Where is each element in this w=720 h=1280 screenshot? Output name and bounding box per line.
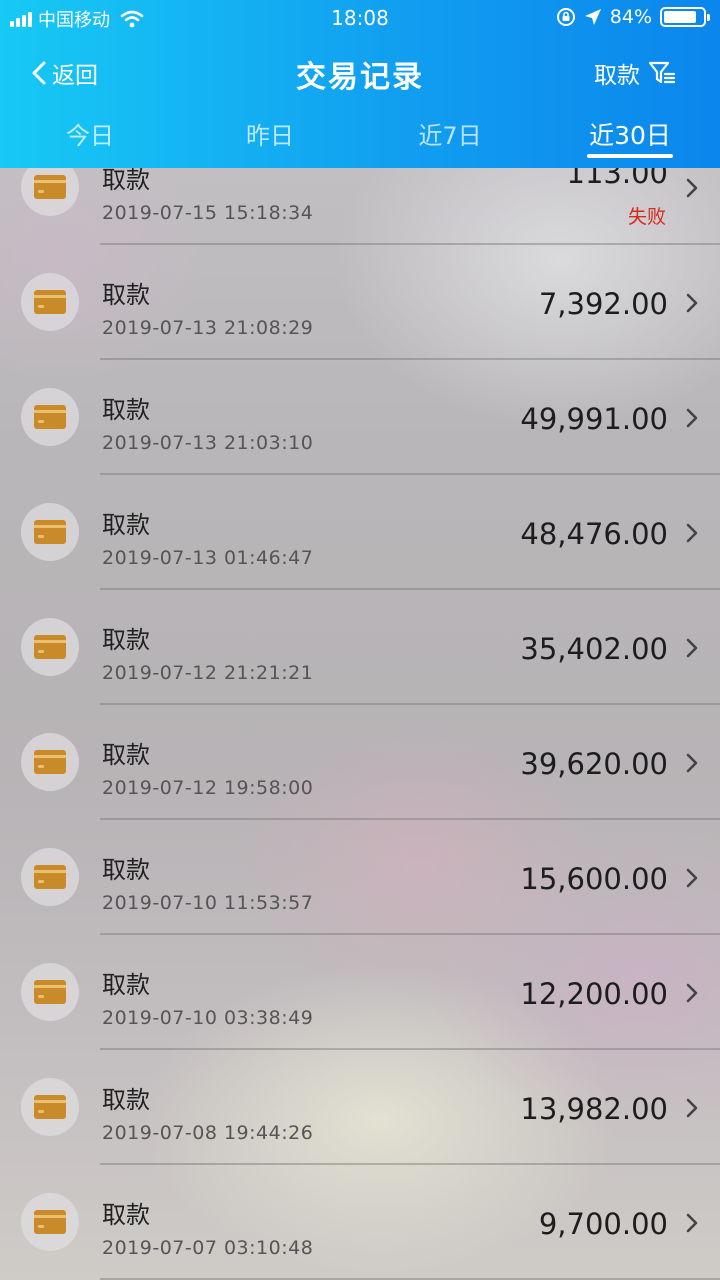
transaction-amount: 13,982.00: [520, 1092, 668, 1126]
transaction-time: 2019-07-10 11:53:57: [102, 892, 314, 914]
card-icon: [34, 635, 66, 659]
transaction-time: 2019-07-08 19:44:26: [102, 1122, 314, 1144]
card-icon: [34, 290, 66, 314]
transaction-row[interactable]: 取款 2019-07-08 19:44:26 13,982.00: [0, 1050, 720, 1165]
card-icon-badge: [21, 1193, 79, 1251]
chevron-right-icon: [686, 293, 698, 313]
transaction-type: 取款: [102, 396, 150, 424]
transaction-row[interactable]: 取款 2019-07-13 21:03:10 49,991.00: [0, 360, 720, 475]
transaction-amount: 12,200.00: [520, 977, 668, 1011]
transaction-type: 取款: [102, 741, 150, 769]
battery-fill: [664, 11, 696, 23]
header: 中国移动 18:08 84% 返回 交易记录 取款 今日 昨日 近7日 近30日: [0, 0, 720, 168]
transaction-type: 取款: [102, 511, 150, 539]
filter-label: 取款: [594, 63, 640, 89]
tab-today[interactable]: 今日: [0, 104, 180, 168]
chevron-right-icon: [686, 983, 698, 1003]
transaction-type: 取款: [102, 1201, 150, 1229]
card-icon: [34, 175, 66, 199]
transaction-amount: 39,620.00: [520, 747, 668, 781]
chevron-right-icon: [686, 638, 698, 658]
card-icon: [34, 865, 66, 889]
card-icon-badge: [21, 848, 79, 906]
chevron-right-icon: [686, 178, 698, 198]
transaction-time: 2019-07-10 03:38:49: [102, 1007, 314, 1029]
transaction-amount: 9,700.00: [538, 1207, 668, 1241]
date-range-tabs: 今日 昨日 近7日 近30日: [0, 104, 720, 168]
chevron-right-icon: [686, 523, 698, 543]
card-icon-badge: [21, 273, 79, 331]
transaction-amount: 35,402.00: [520, 632, 668, 666]
transaction-time: 2019-07-13 01:46:47: [102, 547, 314, 569]
tab-last-7-days[interactable]: 近7日: [360, 104, 540, 168]
status-right: 84%: [556, 6, 710, 28]
transaction-time: 2019-07-15 15:18:34: [102, 202, 314, 224]
chevron-right-icon: [686, 408, 698, 428]
card-icon: [34, 1095, 66, 1119]
card-icon-badge: [21, 618, 79, 676]
chevron-right-icon: [686, 1213, 698, 1233]
transaction-time: 2019-07-13 21:03:10: [102, 432, 314, 454]
card-icon-badge: [21, 1078, 79, 1136]
battery-icon: [660, 7, 710, 27]
card-icon: [34, 1210, 66, 1234]
transaction-row[interactable]: 取款 2019-07-10 03:38:49 12,200.00: [0, 935, 720, 1050]
transaction-amount: 7,392.00: [538, 287, 668, 321]
transaction-row[interactable]: 取款 2019-07-10 11:53:57 15,600.00: [0, 820, 720, 935]
tab-yesterday[interactable]: 昨日: [180, 104, 360, 168]
tab-last-30-days[interactable]: 近30日: [540, 104, 720, 168]
card-icon: [34, 980, 66, 1004]
chevron-right-icon: [686, 1098, 698, 1118]
transaction-time: 2019-07-12 19:58:00: [102, 777, 314, 799]
transaction-amount: 49,991.00: [520, 402, 668, 436]
transaction-row[interactable]: 取款 2019-07-13 01:46:47 48,476.00: [0, 475, 720, 590]
orientation-lock-icon: [556, 8, 575, 26]
transaction-time: 2019-07-13 21:08:29: [102, 317, 314, 339]
filter-button[interactable]: 取款: [594, 56, 676, 90]
transaction-type: 取款: [102, 281, 150, 309]
transaction-time: 2019-07-12 21:21:21: [102, 662, 314, 684]
card-icon: [34, 405, 66, 429]
transaction-status: 失败: [627, 206, 666, 228]
card-icon: [34, 520, 66, 544]
location-icon: [584, 9, 601, 25]
transaction-type: 取款: [102, 971, 150, 999]
transaction-type: 取款: [102, 856, 150, 884]
transaction-list[interactable]: 取款 2019-07-15 15:18:34 113.00 失败 取款 2019…: [0, 130, 720, 1280]
transaction-row[interactable]: 取款 2019-07-13 21:08:29 7,392.00: [0, 245, 720, 360]
transaction-row[interactable]: 取款 2019-07-07 03:10:48 9,700.00: [0, 1165, 720, 1280]
card-icon: [34, 750, 66, 774]
transaction-type: 取款: [102, 1086, 150, 1114]
filter-icon: [648, 61, 676, 84]
transaction-time: 2019-07-07 03:10:48: [102, 1237, 314, 1259]
card-icon-badge: [21, 733, 79, 791]
battery-percent: 84%: [609, 6, 652, 28]
card-icon-badge: [21, 963, 79, 1021]
transaction-row[interactable]: 取款 2019-07-12 19:58:00 39,620.00: [0, 705, 720, 820]
card-icon-badge: [21, 503, 79, 561]
transaction-type: 取款: [102, 626, 150, 654]
card-icon-badge: [21, 388, 79, 446]
nav-bar: 返回 交易记录 取款: [0, 42, 720, 104]
transaction-amount: 15,600.00: [520, 862, 668, 896]
status-bar: 中国移动 18:08 84%: [0, 0, 720, 38]
chevron-right-icon: [686, 753, 698, 773]
transaction-amount: 48,476.00: [520, 517, 668, 551]
transaction-row[interactable]: 取款 2019-07-12 21:21:21 35,402.00: [0, 590, 720, 705]
chevron-right-icon: [686, 868, 698, 888]
